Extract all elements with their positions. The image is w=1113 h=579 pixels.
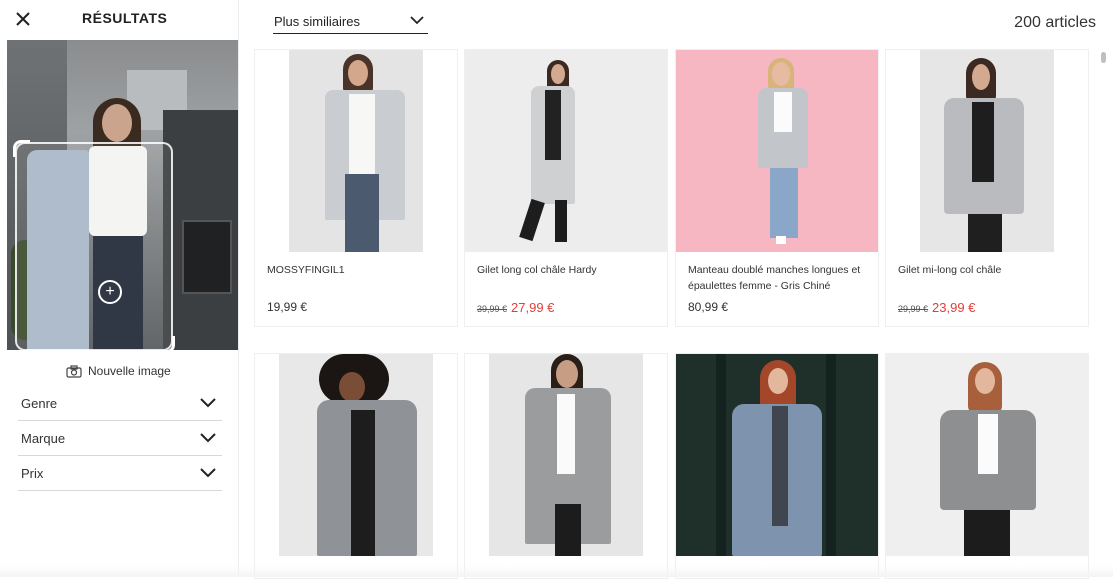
product-image[interactable]: [465, 354, 667, 556]
bottom-shadow: [0, 565, 1113, 577]
product-card[interactable]: Gilet long col châle Hardy 39,99 €27,99 …: [464, 49, 668, 327]
filter-label: Marque: [21, 430, 66, 446]
crop-selection-box[interactable]: [13, 140, 175, 350]
product-sale-price: 27,99 €: [511, 300, 555, 315]
filter-label: Prix: [21, 465, 44, 481]
chevron-down-icon: [410, 16, 424, 25]
add-crop-button[interactable]: +: [98, 280, 122, 304]
product-image[interactable]: [255, 50, 457, 252]
product-name: Gilet long col châle Hardy: [477, 264, 597, 276]
panel-header: RÉSULTATS: [0, 0, 238, 38]
results-count: 200 articles: [1014, 14, 1096, 31]
product-card[interactable]: [464, 353, 668, 579]
product-old-price: 29,99 €: [898, 304, 929, 314]
product-card[interactable]: [254, 353, 458, 579]
product-price: 29,99 €23,99 €: [898, 300, 975, 315]
product-image[interactable]: [676, 354, 878, 556]
camera-icon: [66, 364, 82, 378]
chevron-down-icon: [200, 468, 216, 478]
filter-genre[interactable]: Genre: [18, 386, 222, 421]
product-card[interactable]: Gilet mi-long col châle 29,99 €23,99 €: [885, 49, 1089, 327]
filter-panel: RÉSULTATS + Nouvelle image Genre Marque …: [0, 0, 239, 577]
new-image-button[interactable]: Nouvelle image: [66, 364, 171, 378]
product-price: 19,99 €: [267, 300, 308, 314]
product-image[interactable]: [886, 354, 1088, 556]
filter-label: Genre: [21, 395, 58, 411]
sort-selected-value: Plus similiaires: [274, 14, 360, 29]
sort-dropdown[interactable]: Plus similiaires: [273, 12, 428, 34]
product-name: Manteau doublé manches longues et épaule…: [688, 264, 861, 292]
product-name: Gilet mi-long col châle: [898, 264, 1002, 276]
product-image[interactable]: [255, 354, 457, 556]
chevron-down-icon: [200, 433, 216, 443]
product-price: 39,99 €27,99 €: [477, 300, 554, 315]
query-image[interactable]: +: [7, 40, 238, 350]
filter-marque[interactable]: Marque: [18, 421, 222, 456]
product-image[interactable]: [676, 50, 878, 252]
product-name: MOSSYFINGIL1: [267, 264, 345, 276]
product-card[interactable]: [885, 353, 1089, 579]
close-button[interactable]: [12, 8, 34, 30]
product-card[interactable]: MOSSYFINGIL1 19,99 €: [254, 49, 458, 327]
product-card[interactable]: Manteau doublé manches longues et épaule…: [675, 49, 879, 327]
product-price: 80,99 €: [688, 300, 729, 314]
product-image[interactable]: [886, 50, 1088, 252]
product-image[interactable]: [465, 50, 667, 252]
close-icon: [16, 12, 30, 26]
product-card[interactable]: [675, 353, 879, 579]
product-old-price: 39,99 €: [477, 304, 508, 314]
chevron-down-icon: [200, 398, 216, 408]
product-sale-price: 23,99 €: [932, 300, 976, 315]
panel-title: RÉSULTATS: [82, 10, 168, 26]
new-image-label: Nouvelle image: [88, 364, 171, 378]
scrollbar-thumb[interactable]: [1101, 52, 1106, 63]
filter-prix[interactable]: Prix: [18, 456, 222, 491]
